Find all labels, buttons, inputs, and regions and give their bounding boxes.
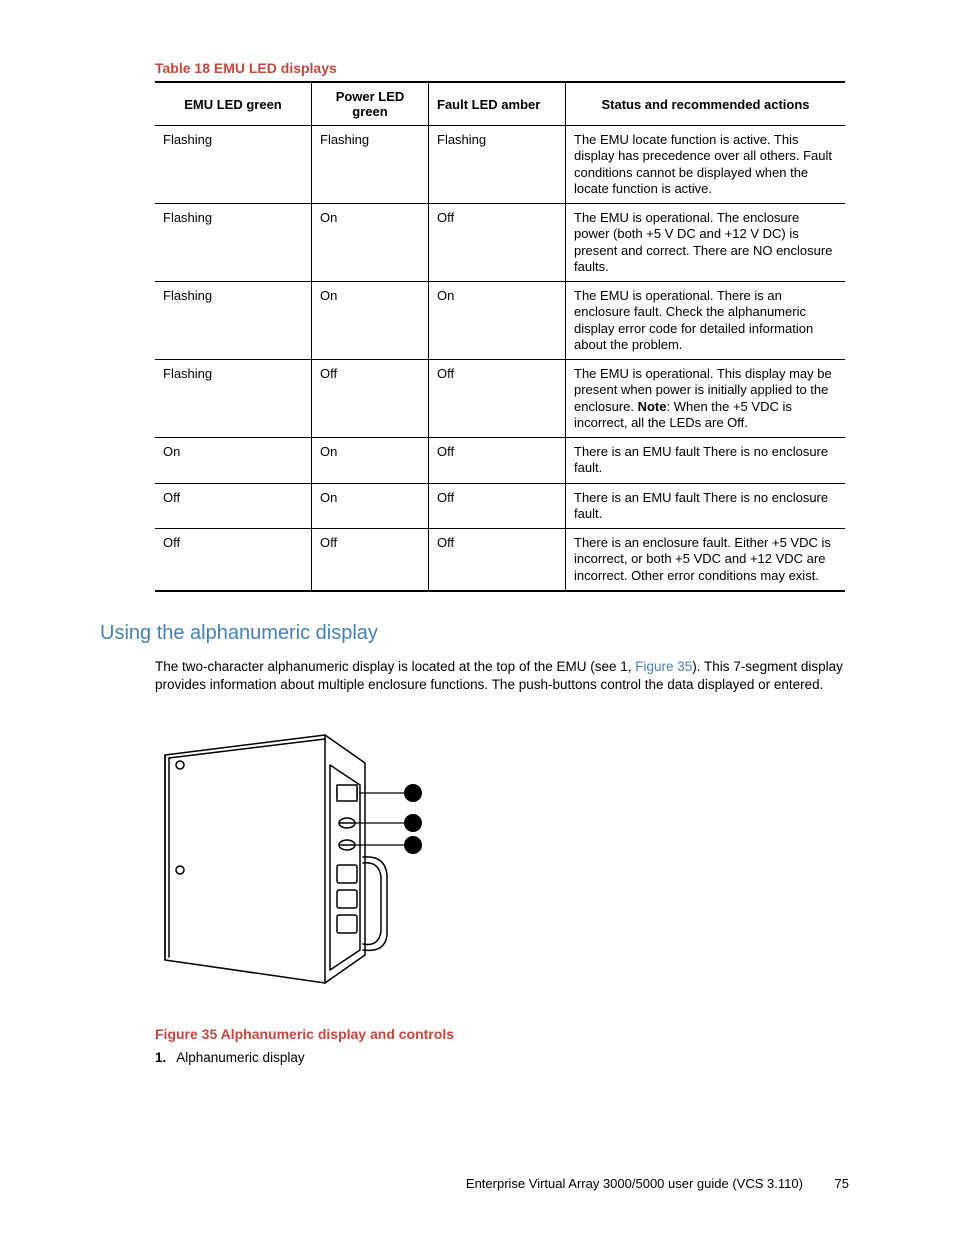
cell: On	[312, 282, 429, 360]
cell: On	[312, 204, 429, 282]
table-header-row: EMU LED green Power LED green Fault LED …	[155, 82, 845, 126]
cell: The EMU is operational. There is an encl…	[566, 282, 846, 360]
cell: Off	[429, 483, 566, 529]
cell: Off	[429, 529, 566, 591]
cell: On	[312, 438, 429, 484]
figure-link[interactable]: Figure 35	[635, 659, 692, 674]
col-header: Status and recommended actions	[566, 82, 846, 126]
col-header: EMU LED green	[155, 82, 312, 126]
cell: On	[312, 483, 429, 529]
table-row: Flashing Off Off The EMU is operational.…	[155, 360, 845, 438]
page-footer: Enterprise Virtual Array 3000/5000 user …	[466, 1176, 849, 1191]
section-heading: Using the alphanumeric display	[100, 622, 849, 645]
table-row: Flashing Flashing Flashing The EMU locat…	[155, 126, 845, 204]
cell: Off	[312, 360, 429, 438]
cell: There is an EMU fault There is no enclos…	[566, 483, 846, 529]
figure-legend: 1. Alphanumeric display	[155, 1050, 849, 1065]
cell: Flashing	[155, 126, 312, 204]
table-row: Off Off Off There is an enclosure fault.…	[155, 529, 845, 591]
cell: The EMU is operational. The enclosure po…	[566, 204, 846, 282]
cell: Off	[155, 483, 312, 529]
cell: Flashing	[155, 360, 312, 438]
cell: Off	[429, 204, 566, 282]
footer-page-number: 75	[835, 1176, 849, 1191]
table-caption: Table 18 EMU LED displays	[155, 60, 849, 76]
cell: Flashing	[155, 204, 312, 282]
cell: There is an enclosure fault. Either +5 V…	[566, 529, 846, 591]
table-row: On On Off There is an EMU fault There is…	[155, 438, 845, 484]
cell: Flashing	[429, 126, 566, 204]
section-paragraph: The two-character alphanumeric display i…	[155, 658, 849, 694]
cell: On	[429, 282, 566, 360]
emu-module-icon	[155, 725, 465, 1005]
cell: On	[155, 438, 312, 484]
table-row: Flashing On On The EMU is operational. T…	[155, 282, 845, 360]
table-row: Off On Off There is an EMU fault There i…	[155, 483, 845, 529]
table-row: Flashing On Off The EMU is operational. …	[155, 204, 845, 282]
cell: Flashing	[155, 282, 312, 360]
footer-doc-title: Enterprise Virtual Array 3000/5000 user …	[466, 1176, 803, 1191]
cell: The EMU locate function is active. This …	[566, 126, 846, 204]
emu-led-table: EMU LED green Power LED green Fault LED …	[155, 81, 845, 592]
cell: Off	[429, 438, 566, 484]
legend-number: 1.	[155, 1050, 166, 1065]
figure-caption: Figure 35 Alphanumeric display and contr…	[155, 1026, 849, 1042]
cell: Off	[429, 360, 566, 438]
legend-text: Alphanumeric display	[176, 1050, 304, 1065]
cell: Off	[312, 529, 429, 591]
col-header: Power LED green	[312, 82, 429, 126]
figure-illustration	[155, 725, 849, 1008]
cell: There is an EMU fault There is no enclos…	[566, 438, 846, 484]
cell: Flashing	[312, 126, 429, 204]
cell: The EMU is operational. This display may…	[566, 360, 846, 438]
col-header: Fault LED amber	[429, 82, 566, 126]
cell: Off	[155, 529, 312, 591]
